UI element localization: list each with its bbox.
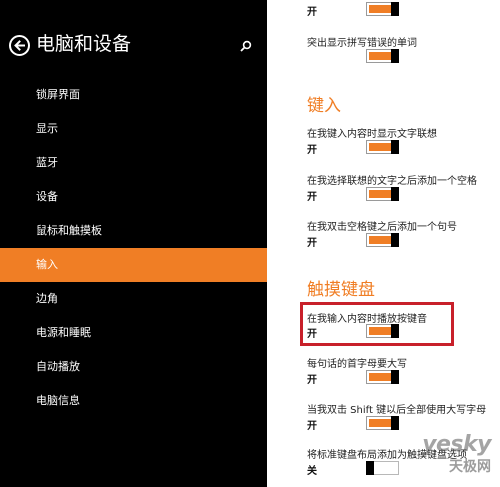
toggle-state: 关 (307, 466, 317, 477)
key-sound-toggle[interactable] (366, 324, 399, 338)
toggle-state: 开 (307, 375, 317, 386)
add-space-toggle[interactable] (366, 187, 399, 201)
toggle-state: 开 (307, 421, 317, 432)
watermark-brand: yesky (422, 432, 491, 457)
caps-lock-shift-toggle[interactable] (366, 416, 399, 430)
watermark-logo: yesky 天极网 (395, 432, 495, 480)
sidebar-item-mouse-touchpad[interactable]: 鼠标和触摸板 (0, 214, 267, 248)
toggle-state: 开 (307, 7, 317, 18)
sidebar-item-typing[interactable]: 输入 (0, 248, 267, 282)
setting-label: 在我双击空格键之后添加一个句号 (307, 222, 457, 233)
auto-capitalize-toggle[interactable] (366, 370, 399, 384)
highlight-misspelled-toggle[interactable] (366, 49, 399, 63)
sidebar-item-autoplay[interactable]: 自动播放 (0, 350, 267, 384)
sidebar-item-power-sleep[interactable]: 电源和睡眠 (0, 316, 267, 350)
settings-content: 开 突出显示拼写错误的单词 键入 在我键入内容时显示文字联想 开 在我选择联想的… (267, 0, 500, 487)
search-icon[interactable] (240, 37, 252, 56)
text-suggestions-toggle[interactable] (366, 140, 399, 154)
setting-label: 在我输入内容时播放按键音 (307, 314, 427, 325)
sidebar-item-pc-info[interactable]: 电脑信息 (0, 384, 267, 418)
sidebar-item-devices[interactable]: 设备 (0, 180, 267, 214)
sidebar-item-corners[interactable]: 边角 (0, 282, 267, 316)
sidebar-item-display[interactable]: 显示 (0, 112, 267, 146)
section-title-typing: 键入 (307, 96, 341, 116)
sidebar: 电脑和设备 锁屏界面 显示 蓝牙 设备 鼠标和触摸板 输入 边角 电源和睡眠 自… (0, 0, 267, 487)
setting-label: 当我双击 Shift 键以后全部使用大写字母 (307, 405, 487, 416)
toggle-state: 开 (307, 238, 317, 249)
toggle-state: 开 (307, 145, 317, 156)
page-title: 电脑和设备 (36, 33, 132, 55)
toggle-state: 开 (307, 329, 317, 340)
setting-label: 每句话的首字母要大写 (307, 359, 407, 370)
watermark-sub: 天极网 (449, 459, 491, 475)
sidebar-item-lock-screen[interactable]: 锁屏界面 (0, 78, 267, 112)
setting-label: 在我键入内容时显示文字联想 (307, 129, 437, 140)
toggle-switch[interactable] (366, 2, 399, 16)
setting-label: 突出显示拼写错误的单词 (307, 38, 417, 49)
back-arrow-circle-icon[interactable] (9, 35, 30, 56)
double-space-period-toggle[interactable] (366, 233, 399, 247)
sidebar-nav: 锁屏界面 显示 蓝牙 设备 鼠标和触摸板 输入 边角 电源和睡眠 自动播放 电脑… (0, 78, 267, 418)
section-title-touch-keyboard: 触摸键盘 (307, 280, 375, 300)
sidebar-item-bluetooth[interactable]: 蓝牙 (0, 146, 267, 180)
setting-label: 在我选择联想的文字之后添加一个空格 (307, 176, 477, 187)
toggle-state: 开 (307, 192, 317, 203)
